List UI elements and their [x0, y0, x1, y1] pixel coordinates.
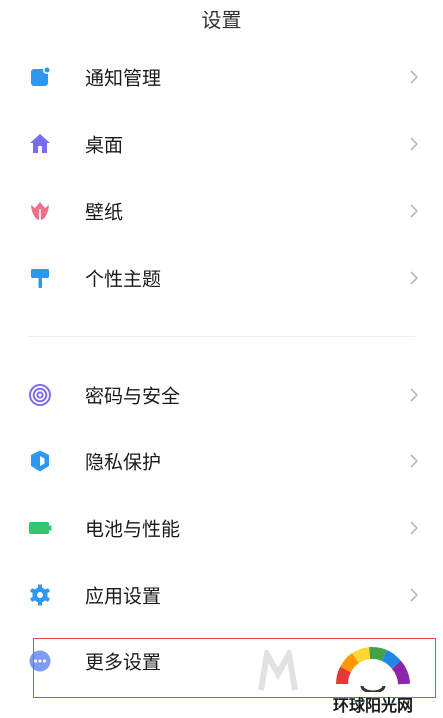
notification-icon	[28, 65, 52, 89]
chevron-right-icon	[409, 69, 419, 85]
settings-item-label: 壁纸	[85, 201, 124, 224]
settings-item-label: 密码与安全	[85, 385, 181, 408]
settings-item-notifications[interactable]: 通知管理	[0, 47, 443, 107]
watermark-m-logo	[258, 644, 298, 692]
settings-item-label: 电池与性能	[85, 518, 181, 541]
settings-item-themes[interactable]: 个性主题	[0, 248, 443, 308]
battery-icon	[28, 516, 52, 540]
watermark-logo: 环球阳光网	[318, 646, 428, 716]
chevron-right-icon	[409, 520, 419, 536]
settings-item-label: 通知管理	[85, 67, 162, 90]
chevron-right-icon	[409, 136, 419, 152]
chevron-right-icon	[409, 203, 419, 219]
shield-icon	[28, 449, 52, 473]
tulip-icon	[28, 199, 52, 223]
settings-item-password-security[interactable]: 密码与安全	[0, 365, 443, 425]
fingerprint-icon	[28, 383, 52, 407]
gear-icon	[28, 583, 52, 607]
chevron-right-icon	[409, 387, 419, 403]
settings-item-desktop[interactable]: 桌面	[0, 114, 443, 174]
home-icon	[28, 132, 52, 156]
settings-item-battery-performance[interactable]: 电池与性能	[0, 498, 443, 558]
settings-item-label: 个性主题	[85, 268, 162, 291]
chevron-right-icon	[409, 587, 419, 603]
settings-item-wallpaper[interactable]: 壁纸	[0, 181, 443, 241]
section-divider	[28, 336, 415, 337]
settings-item-app-settings[interactable]: 应用设置	[0, 565, 443, 625]
settings-item-label: 桌面	[85, 134, 124, 157]
settings-item-privacy[interactable]: 隐私保护	[0, 431, 443, 491]
settings-item-label: 隐私保护	[85, 451, 162, 474]
page-title: 设置	[201, 8, 242, 32]
chevron-right-icon	[409, 270, 419, 286]
paint-roller-icon	[28, 266, 52, 290]
settings-item-label: 应用设置	[85, 585, 162, 608]
watermark-logo-text: 环球阳光网	[332, 696, 413, 715]
chevron-right-icon	[409, 453, 419, 469]
